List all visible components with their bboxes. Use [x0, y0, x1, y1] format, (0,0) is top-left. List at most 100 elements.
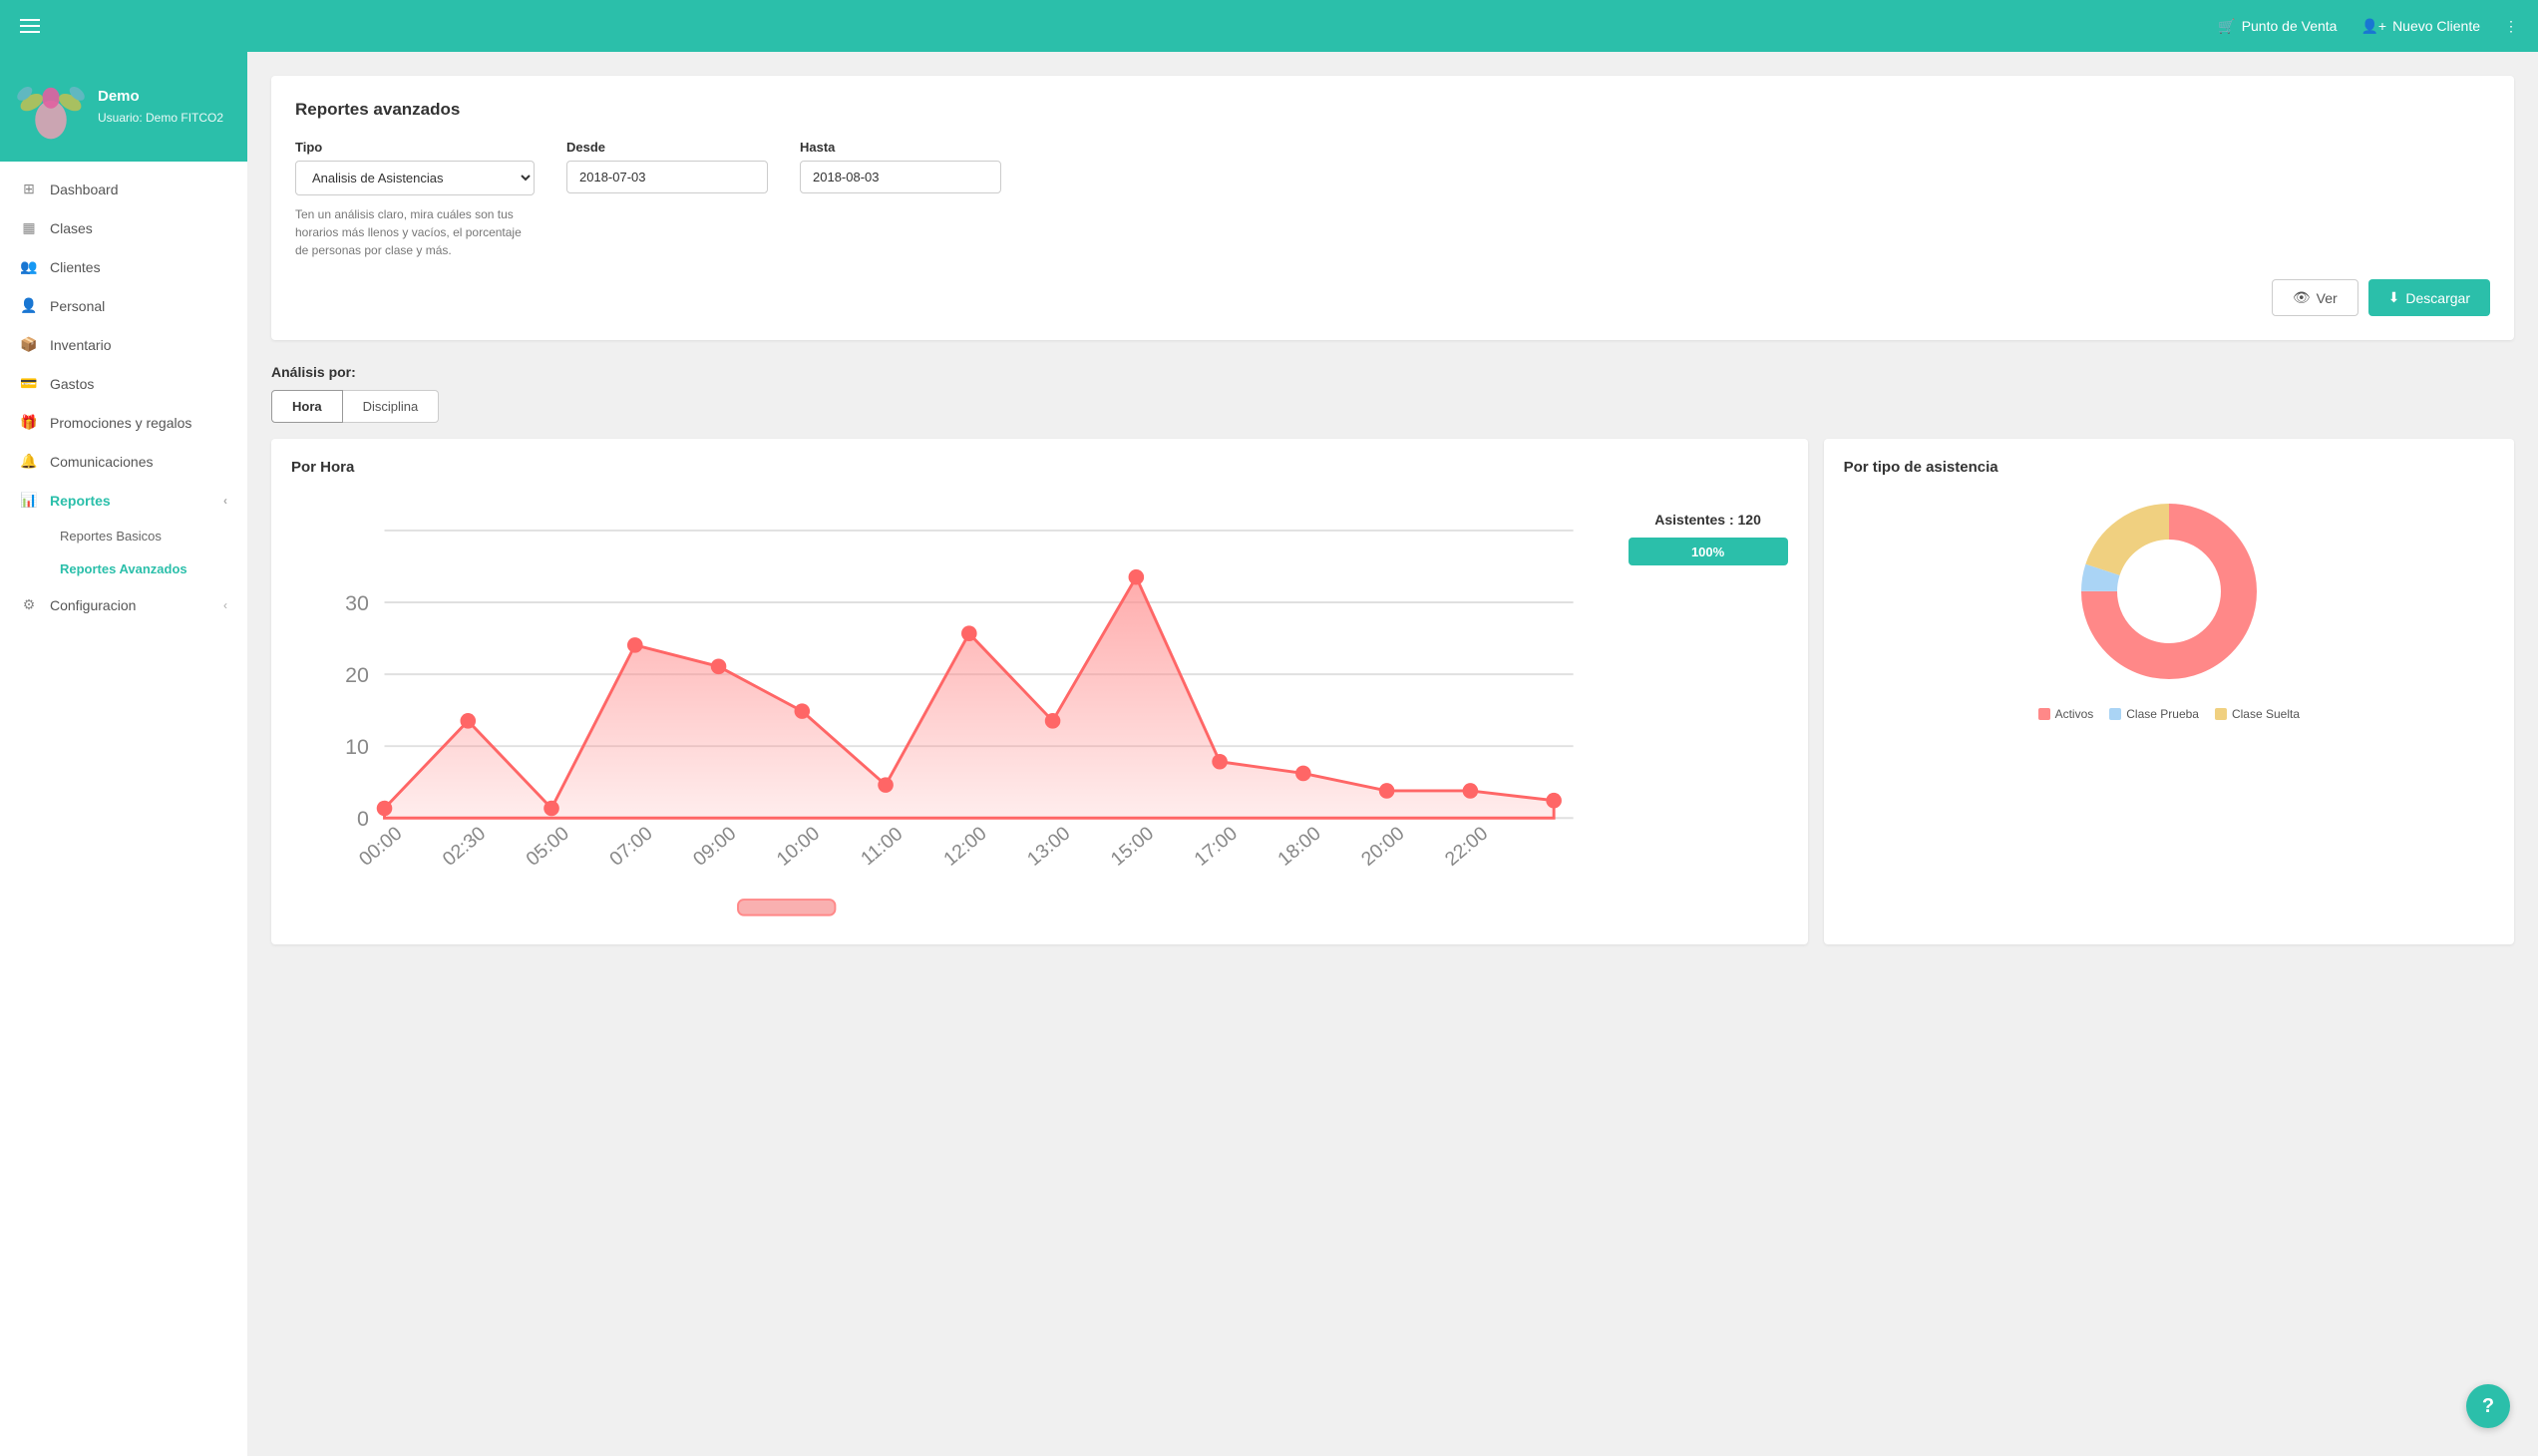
sidebar-item-comunicaciones[interactable]: 🔔 Comunicaciones: [0, 442, 247, 481]
brand-logo: [16, 72, 86, 142]
descargar-button[interactable]: ⬇ Descargar: [2368, 279, 2490, 316]
tipo-group: Tipo Analisis de Asistencias Ten un anál…: [295, 140, 535, 259]
sidebar-item-label: Clases: [50, 220, 93, 236]
clientes-icon: 👥: [20, 258, 38, 275]
analysis-section: Análisis por: Hora Disciplina: [271, 364, 2514, 423]
add-user-icon: 👤+: [2360, 18, 2386, 35]
donut-svg: [2069, 492, 2269, 691]
sidebar-nav: ⊞ Dashboard ▦ Clases 👥 Clientes 👤 Person…: [0, 162, 247, 1456]
chart-legend: Activos Clase Prueba Clase Suelta: [2038, 707, 2300, 721]
reportes-icon: 📊: [20, 492, 38, 509]
sidebar-item-label: Reportes: [50, 493, 111, 509]
clase-suelta-dot: [2215, 708, 2227, 720]
progress-bar-wrap: 100%: [1629, 538, 1788, 565]
menu-icon[interactable]: [20, 19, 40, 33]
svg-text:20:00: 20:00: [1357, 823, 1409, 871]
card-title: Reportes avanzados: [295, 100, 2490, 120]
asistentes-label: Asistentes : 120: [1629, 512, 1788, 528]
hasta-group: Hasta: [800, 140, 1001, 193]
promociones-icon: 🎁: [20, 414, 38, 431]
sidebar-item-label: Promociones y regalos: [50, 415, 191, 431]
sidebar-item-label: Configuracion: [50, 597, 136, 613]
sidebar-item-clases[interactable]: ▦ Clases: [0, 208, 247, 247]
por-hora-title: Por Hora: [291, 459, 1788, 476]
help-button[interactable]: ?: [2466, 1384, 2510, 1428]
svg-text:22:00: 22:00: [1441, 823, 1493, 871]
svg-text:13:00: 13:00: [1023, 823, 1075, 871]
tipo-label: Tipo: [295, 140, 535, 155]
sidebar-item-label: Gastos: [50, 376, 94, 392]
main-content: Reportes avanzados Tipo Analisis de Asis…: [247, 52, 2538, 1456]
personal-icon: 👤: [20, 297, 38, 314]
sidebar-item-label: Dashboard: [50, 182, 119, 197]
svg-text:10: 10: [345, 735, 369, 759]
svg-text:20: 20: [345, 663, 369, 687]
legend-clase-prueba: Clase Prueba: [2109, 707, 2199, 721]
sidebar: Demo Usuario: Demo FITCO2 ⊞ Dashboard ▦ …: [0, 52, 247, 1456]
svg-text:15:00: 15:00: [1107, 823, 1159, 871]
svg-text:12:00: 12:00: [939, 823, 991, 871]
bar-chart-svg: 0 10 20 30: [291, 492, 1613, 919]
svg-text:10:00: 10:00: [773, 823, 825, 871]
svg-text:07:00: 07:00: [605, 823, 657, 871]
more-menu-button[interactable]: ⋮: [2504, 18, 2518, 35]
chevron-icon: ‹: [223, 494, 227, 508]
sidebar-brand: Demo Usuario: Demo FITCO2: [0, 52, 247, 162]
desde-input[interactable]: [566, 161, 768, 193]
punto-venta-label: Punto de Venta: [2242, 18, 2338, 34]
bar-chart-wrap: 0 10 20 30: [291, 492, 1613, 924]
sidebar-item-gastos[interactable]: 💳 Gastos: [0, 364, 247, 403]
sidebar-item-configuracion[interactable]: ⚙ Configuracion ‹: [0, 585, 247, 624]
sidebar-item-label: Personal: [50, 298, 105, 314]
svg-text:30: 30: [345, 591, 369, 615]
analisis-label: Análisis por:: [271, 364, 2514, 380]
cart-icon: 🛒: [2218, 18, 2235, 35]
legend-activos: Activos: [2038, 707, 2094, 721]
sidebar-item-reportes-basicos[interactable]: Reportes Basicos: [48, 520, 247, 552]
sidebar-item-label: Inventario: [50, 337, 111, 353]
sidebar-item-personal[interactable]: 👤 Personal: [0, 286, 247, 325]
more-icon: ⋮: [2504, 18, 2518, 35]
sidebar-item-dashboard[interactable]: ⊞ Dashboard: [0, 170, 247, 208]
sidebar-item-promociones[interactable]: 🎁 Promociones y regalos: [0, 403, 247, 442]
reportes-config-card: Reportes avanzados Tipo Analisis de Asis…: [271, 76, 2514, 340]
gastos-icon: 💳: [20, 375, 38, 392]
tab-disciplina[interactable]: Disciplina: [343, 390, 440, 423]
dashboard-icon: ⊞: [20, 181, 38, 197]
svg-text:09:00: 09:00: [689, 823, 741, 871]
svg-text:05:00: 05:00: [522, 823, 573, 871]
ver-button[interactable]: 👁 Ver: [2272, 279, 2358, 316]
por-hora-card: Por Hora 0 10 20: [271, 439, 1808, 944]
legend-clase-suelta: Clase Suelta: [2215, 707, 2300, 721]
tipo-select[interactable]: Analisis de Asistencias: [295, 161, 535, 195]
sidebar-item-label: Clientes: [50, 259, 101, 275]
hasta-input[interactable]: [800, 161, 1001, 193]
sidebar-item-inventario[interactable]: 📦 Inventario: [0, 325, 247, 364]
nuevo-cliente-button[interactable]: 👤+ Nuevo Cliente: [2360, 18, 2480, 35]
clases-icon: ▦: [20, 219, 38, 236]
inventario-icon: 📦: [20, 336, 38, 353]
topnav: 🛒 Punto de Venta 👤+ Nuevo Cliente ⋮: [0, 0, 2538, 52]
chart-stats: Asistentes : 120 100%: [1629, 492, 1788, 565]
desde-group: Desde: [566, 140, 768, 193]
sidebar-item-reportes[interactable]: 📊 Reportes ‹: [0, 481, 247, 520]
tab-hora[interactable]: Hora: [271, 390, 343, 423]
nuevo-cliente-label: Nuevo Cliente: [2392, 18, 2480, 34]
svg-text:0: 0: [357, 807, 369, 831]
charts-row: Por Hora 0 10 20: [271, 439, 2514, 944]
sidebar-item-clientes[interactable]: 👥 Clientes: [0, 247, 247, 286]
svg-text:17:00: 17:00: [1191, 823, 1243, 871]
svg-text:02:30: 02:30: [439, 823, 491, 871]
reportes-subnav: Reportes Basicos Reportes Avanzados: [0, 520, 247, 585]
punto-venta-button[interactable]: 🛒 Punto de Venta: [2218, 18, 2337, 35]
svg-text:18:00: 18:00: [1273, 823, 1325, 871]
donut-wrap: Activos Clase Prueba Clase Suelta: [1844, 492, 2494, 721]
progress-bar-fill: 100%: [1629, 538, 1788, 565]
svg-text:11:00: 11:00: [857, 823, 906, 870]
por-tipo-title: Por tipo de asistencia: [1844, 459, 2494, 476]
hasta-label: Hasta: [800, 140, 1001, 155]
configuracion-icon: ⚙: [20, 596, 38, 613]
chevron-icon: ‹: [223, 598, 227, 612]
tipo-desc: Ten un análisis claro, mira cuáles son t…: [295, 205, 535, 259]
sidebar-item-reportes-avanzados[interactable]: Reportes Avanzados: [48, 552, 247, 585]
